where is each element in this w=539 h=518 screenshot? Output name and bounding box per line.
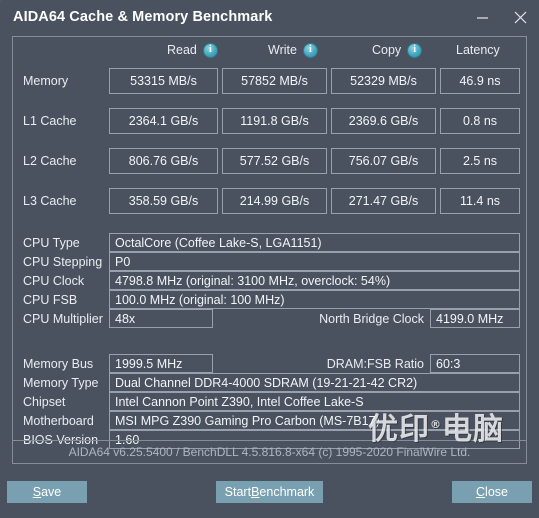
row-label-l2-cache: L2 Cache <box>23 154 77 168</box>
button-bar: Save Start Benchmark Close <box>0 474 539 518</box>
l2-latency-value: 2.5 ns <box>440 148 520 174</box>
column-label-read: Read <box>167 43 197 57</box>
l1-copy-value: 2369.6 GB/s <box>331 108 436 134</box>
info-row-memory-bus: Memory Bus 1999.5 MHz DRAM:FSB Ratio 60:… <box>13 354 526 373</box>
minimize-button[interactable] <box>463 0 501 34</box>
l3-write-value: 214.99 GB/s <box>222 188 327 214</box>
start-label-pre: Start <box>224 485 252 499</box>
value-dram-fsb-ratio: 60:3 <box>430 354 520 373</box>
memory-copy-value: 52329 MB/s <box>331 68 436 94</box>
column-header-read: Read i <box>167 41 218 59</box>
close-label-post: lose <box>485 485 508 499</box>
start-label-post: enchmark <box>259 485 315 499</box>
value-chipset: Intel Cannon Point Z390, Intel Coffee La… <box>109 392 520 411</box>
column-header-write: Write i <box>268 41 318 59</box>
label-motherboard: Motherboard <box>23 413 94 428</box>
aida64-benchmark-window: AIDA64 Cache & Memory Benchmark Read i W… <box>0 0 539 518</box>
benchmark-row-l2-cache: L2 Cache 806.76 GB/s 577.52 GB/s 756.07 … <box>13 148 526 174</box>
column-label-write: Write <box>268 43 297 57</box>
label-cpu-fsb: CPU FSB <box>23 292 78 307</box>
label-chipset: Chipset <box>23 394 66 409</box>
l2-write-value: 577.52 GB/s <box>222 148 327 174</box>
label-cpu-type: CPU Type <box>23 235 80 250</box>
info-row-cpu-clock: CPU Clock 4798.8 MHz (original: 3100 MHz… <box>13 271 526 290</box>
info-row-cpu-stepping: CPU Stepping P0 <box>13 252 526 271</box>
credit-text: AIDA64 v6.25.5400 / BenchDLL 4.5.816.8-x… <box>13 440 526 463</box>
memory-read-value: 53315 MB/s <box>109 68 218 94</box>
info-row-cpu-multiplier: CPU Multiplier 48x North Bridge Clock 41… <box>13 309 526 328</box>
l2-read-value: 806.76 GB/s <box>109 148 218 174</box>
info-row-cpu-type: CPU Type OctalCore (Coffee Lake-S, LGA11… <box>13 233 526 252</box>
l1-read-value: 2364.1 GB/s <box>109 108 218 134</box>
value-motherboard: MSI MPG Z390 Gaming Pro Carbon (MS-7B17) <box>109 411 520 430</box>
window-controls <box>463 0 539 34</box>
column-header-copy: Copy i <box>372 41 423 59</box>
value-cpu-stepping: P0 <box>109 252 520 271</box>
close-accel: C <box>476 485 486 499</box>
window-title: AIDA64 Cache & Memory Benchmark <box>13 9 273 25</box>
save-accel: S <box>32 485 42 499</box>
info-row-cpu-fsb: CPU FSB 100.0 MHz (original: 100 MHz) <box>13 290 526 309</box>
value-memory-type: Dual Channel DDR4-4000 SDRAM (19-21-21-4… <box>109 373 520 392</box>
label-cpu-multiplier: CPU Multiplier <box>23 311 103 326</box>
column-label-copy: Copy <box>372 43 402 57</box>
benchmark-row-l3-cache: L3 Cache 358.59 GB/s 214.99 GB/s 271.47 … <box>13 188 526 214</box>
close-icon <box>514 11 526 23</box>
label-cpu-clock: CPU Clock <box>23 273 85 288</box>
title-bar: AIDA64 Cache & Memory Benchmark <box>0 0 539 34</box>
start-accel: B <box>251 485 260 499</box>
memory-write-value: 57852 MB/s <box>222 68 327 94</box>
label-memory-bus: Memory Bus <box>23 356 94 371</box>
value-cpu-fsb: 100.0 MHz (original: 100 MHz) <box>109 290 520 309</box>
label-memory-type: Memory Type <box>23 375 99 390</box>
l2-copy-value: 756.07 GB/s <box>331 148 436 174</box>
row-label-l1-cache: L1 Cache <box>23 114 77 128</box>
benchmark-row-memory: Memory 53315 MB/s 57852 MB/s 52329 MB/s … <box>13 68 526 94</box>
start-benchmark-button[interactable]: Start Benchmark <box>216 481 323 503</box>
row-label-l3-cache: L3 Cache <box>23 194 77 208</box>
save-label-post: ave <box>41 485 62 499</box>
row-label-memory: Memory <box>23 74 69 88</box>
info-row-chipset: Chipset Intel Cannon Point Z390, Intel C… <box>13 392 526 411</box>
close-button[interactable] <box>501 0 539 34</box>
write-info-icon[interactable]: i <box>302 42 318 58</box>
copy-info-icon[interactable]: i <box>407 42 423 58</box>
info-row-memory-type: Memory Type Dual Channel DDR4-4000 SDRAM… <box>13 373 526 392</box>
benchmark-row-l1-cache: L1 Cache 2364.1 GB/s 1191.8 GB/s 2369.6 … <box>13 108 526 134</box>
value-cpu-multiplier: 48x <box>109 309 213 328</box>
l1-write-value: 1191.8 GB/s <box>222 108 327 134</box>
column-header-row: Read i Write i Copy i Latency <box>13 37 526 63</box>
save-button[interactable]: Save <box>7 481 87 503</box>
label-dram-fsb-ratio: DRAM:FSB Ratio <box>326 356 424 371</box>
l3-copy-value: 271.47 GB/s <box>331 188 436 214</box>
info-row-motherboard: Motherboard MSI MPG Z390 Gaming Pro Carb… <box>13 411 526 430</box>
value-memory-bus: 1999.5 MHz <box>109 354 213 373</box>
label-north-bridge-clock: North Bridge Clock <box>319 311 424 326</box>
column-label-latency: Latency <box>456 43 500 57</box>
results-panel: Read i Write i Copy i Latency Memory 533… <box>12 36 527 464</box>
label-cpu-stepping: CPU Stepping <box>23 254 103 269</box>
l3-latency-value: 11.4 ns <box>440 188 520 214</box>
column-header-latency: Latency <box>456 41 500 59</box>
value-north-bridge-clock: 4199.0 MHz <box>430 309 520 328</box>
value-cpu-clock: 4798.8 MHz (original: 3100 MHz, overcloc… <box>109 271 520 290</box>
value-cpu-type: OctalCore (Coffee Lake-S, LGA1151) <box>109 233 520 252</box>
l1-latency-value: 0.8 ns <box>440 108 520 134</box>
memory-latency-value: 46.9 ns <box>440 68 520 94</box>
minimize-icon <box>476 16 488 19</box>
l3-read-value: 358.59 GB/s <box>109 188 218 214</box>
read-info-icon[interactable]: i <box>202 42 218 58</box>
close-dialog-button[interactable]: Close <box>452 481 532 503</box>
